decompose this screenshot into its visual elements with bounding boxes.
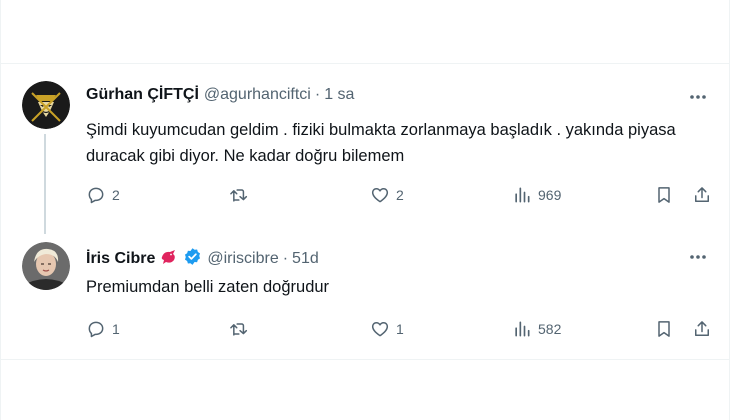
bookmark-icon bbox=[658, 321, 670, 337]
tweet[interactable]: İris Cibre @iriscibre · 51d Premiumdan b… bbox=[0, 224, 730, 359]
reply-button[interactable]: 1 bbox=[86, 319, 120, 339]
retweet-icon bbox=[230, 323, 248, 336]
display-name[interactable]: İris Cibre bbox=[86, 250, 155, 268]
like-button[interactable]: 2 bbox=[370, 185, 404, 205]
reply-icon bbox=[88, 321, 104, 338]
share-button[interactable] bbox=[692, 319, 712, 339]
user-handle[interactable]: @agurhanciftci bbox=[204, 86, 311, 104]
views-icon bbox=[515, 321, 530, 337]
thread-line bbox=[44, 134, 46, 234]
tweet-actions: 1 1 582 bbox=[86, 319, 716, 343]
tweet-text: Premiumdan belli zaten doğrudur bbox=[86, 278, 330, 296]
retweet-button[interactable] bbox=[227, 185, 255, 205]
retweet-icon bbox=[230, 189, 248, 202]
avatar[interactable] bbox=[22, 242, 70, 290]
tweet-actions: 2 2 969 bbox=[86, 185, 716, 209]
views-count: 582 bbox=[538, 321, 562, 337]
divider bbox=[0, 359, 730, 360]
share-icon bbox=[695, 187, 709, 202]
reply-count: 1 bbox=[112, 321, 120, 337]
like-count: 1 bbox=[396, 321, 404, 337]
heart-icon bbox=[371, 188, 389, 203]
bookmark-icon bbox=[658, 187, 670, 203]
more-options-icon[interactable] bbox=[688, 247, 708, 267]
timestamp[interactable]: 51d bbox=[292, 250, 319, 268]
reply-count: 2 bbox=[112, 187, 120, 203]
share-icon bbox=[695, 321, 709, 336]
views-count: 969 bbox=[538, 187, 562, 203]
views-icon bbox=[515, 187, 530, 203]
views-button[interactable]: 969 bbox=[512, 185, 561, 205]
views-button[interactable]: 582 bbox=[512, 319, 561, 339]
more-options-icon[interactable] bbox=[688, 87, 708, 107]
like-count: 2 bbox=[396, 187, 404, 203]
separator-dot: · bbox=[282, 250, 289, 267]
display-name[interactable]: Gürhan ÇİFTÇİ bbox=[86, 86, 199, 104]
user-handle[interactable]: @iriscibre bbox=[207, 250, 278, 268]
timestamp[interactable]: 1 sa bbox=[324, 86, 354, 104]
bird-emoji-icon bbox=[159, 248, 179, 271]
tweet-header: İris Cibre @iriscibre · 51d bbox=[86, 247, 319, 271]
bookmark-button[interactable] bbox=[654, 319, 674, 339]
separator-dot: · bbox=[314, 86, 321, 103]
avatar[interactable] bbox=[22, 81, 70, 129]
like-button[interactable]: 1 bbox=[370, 319, 404, 339]
bookmark-button[interactable] bbox=[654, 185, 674, 205]
reply-button[interactable]: 2 bbox=[86, 185, 120, 205]
heart-icon bbox=[371, 322, 389, 337]
verified-badge-icon[interactable] bbox=[183, 247, 202, 271]
tweet-text: Şimdi kuyumcudan geldim . fiziki bulmakt… bbox=[86, 121, 676, 165]
share-button[interactable] bbox=[692, 185, 712, 205]
reply-icon bbox=[88, 187, 104, 204]
tweet-header: Gürhan ÇİFTÇİ @agurhanciftci · 1 sa bbox=[86, 86, 354, 104]
retweet-button[interactable] bbox=[227, 319, 255, 339]
tweet[interactable]: Gürhan ÇİFTÇİ @agurhanciftci · 1 sa Şimd… bbox=[0, 64, 730, 234]
